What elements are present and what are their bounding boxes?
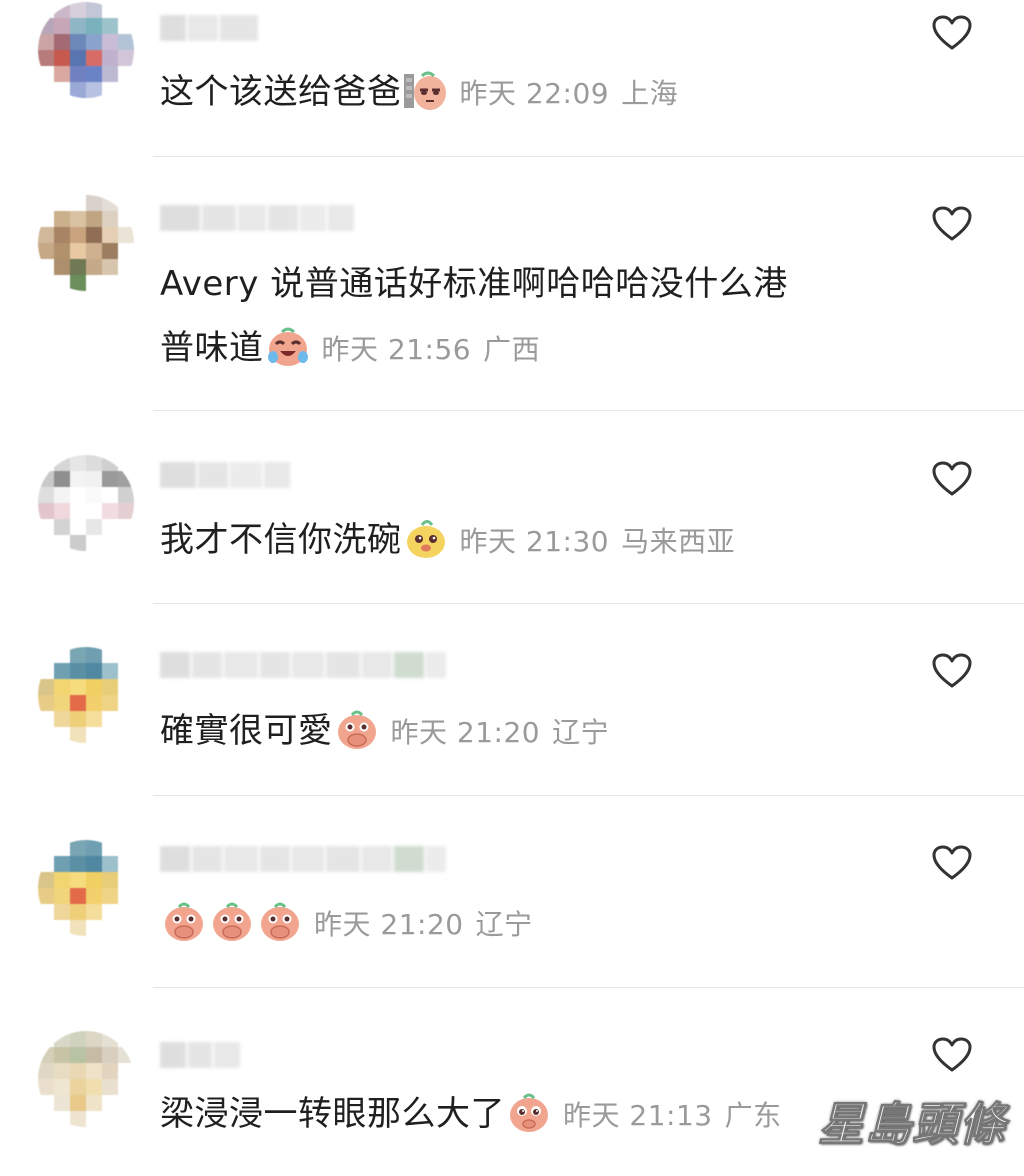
comment-time: 昨天 21:13 [563,1099,713,1132]
cover-mouth-emoji-icon [337,710,376,749]
comment-text: 我才不信你洗碗 昨天 21:30 马来西亚 [160,508,860,574]
grumpy-emoji-icon [403,71,446,110]
comment-text: 確實很可愛 昨天 21:20 辽宁 [160,699,860,765]
avatar[interactable] [38,195,134,291]
like-heart-icon[interactable] [932,1037,972,1073]
avatar[interactable] [38,2,134,98]
like-heart-icon[interactable] [932,206,972,242]
divider [153,156,1024,157]
like-heart-icon[interactable] [932,653,972,689]
teary-emoji-icon [510,1093,548,1132]
comment-text: 这个该送给爸爸 昨天 22:09 上海 [160,60,860,126]
laugh-cry-emoji-icon [267,327,308,366]
comment-location: 广东 [724,1099,782,1132]
comment-location: 广西 [483,333,541,366]
cover-mouth-emoji-icon [165,902,203,941]
like-heart-icon[interactable] [932,461,972,497]
like-heart-icon[interactable] [932,15,972,51]
watermark-logo: 星島頭條 [818,1097,1006,1152]
username-blurred[interactable] [160,205,354,231]
comment-text: Avery 说普通话好标准啊哈哈哈没什么港 [160,264,788,304]
like-heart-icon[interactable] [932,845,972,881]
divider [153,603,1024,604]
comment-time: 昨天 21:30 [459,525,610,558]
cover-mouth-emoji-icon [261,902,299,941]
cover-mouth-emoji-icon [213,902,251,941]
username-blurred[interactable] [160,846,446,872]
comment-time: 昨天 21:20 [390,716,541,749]
username-blurred[interactable] [160,1042,240,1068]
comment-location: 辽宁 [552,716,610,749]
avatar[interactable] [38,1031,134,1127]
username-blurred[interactable] [160,462,290,488]
divider [153,987,1024,988]
comment-text: 昨天 21:20 辽宁 [160,891,860,957]
divider [153,795,1024,796]
divider [153,410,1024,411]
comment-text: 普味道 昨天 21:56 广西 [160,316,860,382]
comment-time: 昨天 21:20 [314,908,464,941]
avatar[interactable] [38,455,134,551]
comment-time: 昨天 22:09 [459,77,610,110]
comment-time: 昨天 21:56 [321,333,472,366]
comment-location: 马来西亚 [621,525,736,558]
avatar[interactable] [38,647,134,743]
smug-emoji-icon [406,519,445,558]
username-blurred[interactable] [160,15,258,41]
comment-text: 梁浸浸一转眼那么大了 昨天 21:13 广东 [160,1082,860,1148]
comment-location: 上海 [621,77,679,110]
comment-location: 辽宁 [475,908,533,941]
avatar[interactable] [38,840,134,936]
username-blurred[interactable] [160,652,446,678]
